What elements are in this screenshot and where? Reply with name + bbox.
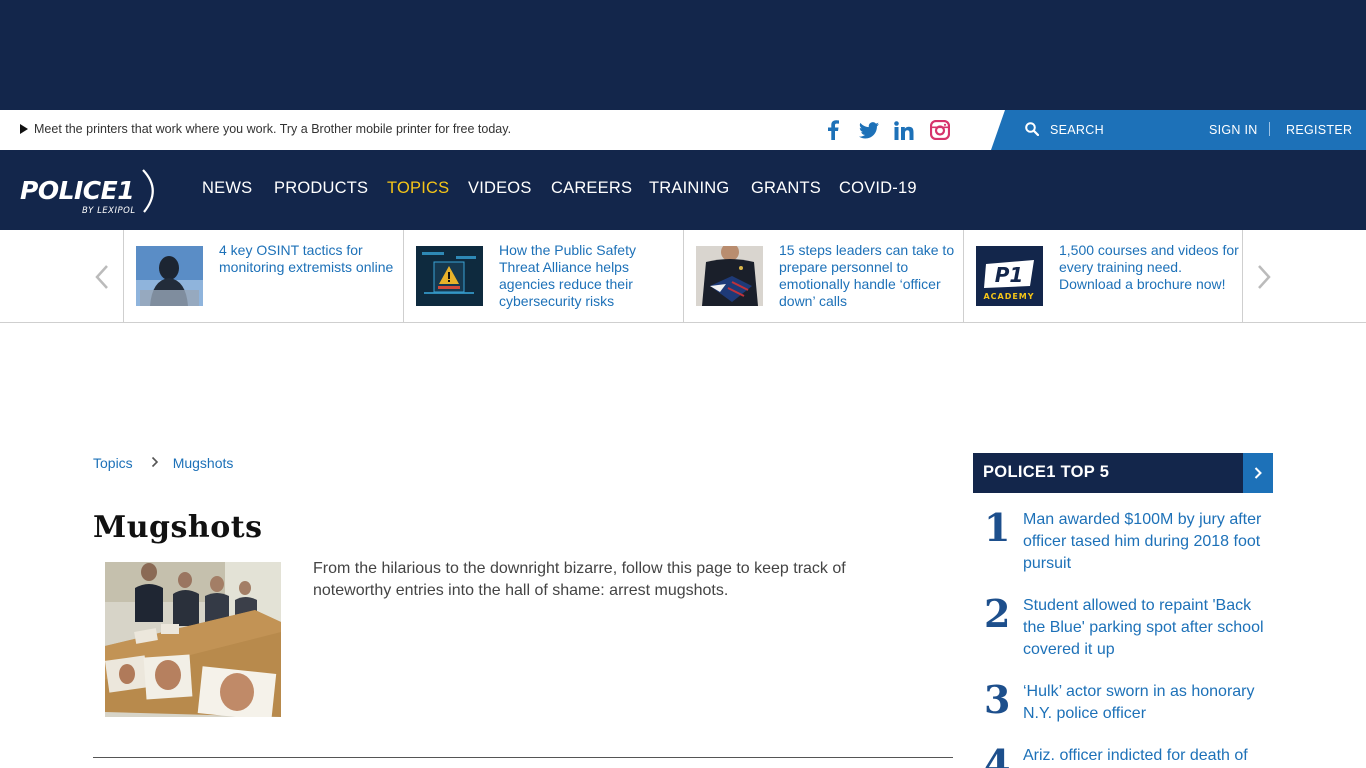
top5-rank: 4 bbox=[984, 741, 1011, 768]
featured-carousel: 4 key OSINT tactics for monitoring extre… bbox=[0, 230, 1366, 323]
top5-item-link[interactable]: Man awarded $100M by jury after officer … bbox=[1023, 509, 1275, 575]
top5-item-link[interactable]: ‘Hulk’ actor sworn in as honorary N.Y. p… bbox=[1023, 681, 1275, 725]
breadcrumb-topics[interactable]: Topics bbox=[93, 455, 133, 471]
card-thumbnail bbox=[136, 246, 203, 306]
promo-text: Meet the printers that work where you wo… bbox=[34, 122, 512, 136]
card-title: 15 steps leaders can take to prepare per… bbox=[779, 242, 955, 309]
search-button[interactable]: SEARCH bbox=[1050, 123, 1104, 137]
carousel-card[interactable]: P1 ACADEMY 1,500 courses and videos for … bbox=[963, 230, 1243, 322]
card-thumbnail bbox=[416, 246, 483, 306]
sign-in-link[interactable]: SIGN IN bbox=[1209, 123, 1258, 137]
register-link[interactable]: REGISTER bbox=[1286, 123, 1352, 137]
twitter-icon[interactable] bbox=[856, 118, 882, 142]
content-divider bbox=[93, 757, 953, 758]
nav-grants[interactable]: GRANTS bbox=[751, 179, 821, 198]
instagram-icon[interactable] bbox=[927, 118, 953, 142]
top5-rank: 1 bbox=[984, 505, 1011, 550]
carousel-prev-button[interactable] bbox=[92, 264, 112, 290]
top5-rank: 3 bbox=[984, 677, 1011, 722]
breadcrumb-separator-icon bbox=[151, 455, 159, 471]
chevron-right-icon bbox=[1254, 467, 1262, 479]
top5-more-button[interactable] bbox=[1243, 453, 1273, 493]
breadcrumb-mugshots[interactable]: Mugshots bbox=[173, 455, 234, 471]
topic-image bbox=[105, 562, 281, 717]
site-logo[interactable]: POLICE1 BY LEXIPOL bbox=[20, 166, 160, 221]
nav-covid19[interactable]: COVID-19 bbox=[839, 179, 917, 198]
topic-description: From the hilarious to the downright biza… bbox=[313, 560, 846, 599]
academy-badge-sub: ACADEMY bbox=[983, 292, 1034, 301]
auth-divider bbox=[1269, 122, 1270, 136]
carousel-next-button[interactable] bbox=[1254, 264, 1274, 290]
top5-rank: 2 bbox=[984, 591, 1011, 636]
carousel-card[interactable]: 4 key OSINT tactics for monitoring extre… bbox=[123, 230, 403, 322]
logo-wordmark: POLICE1 bbox=[20, 176, 134, 205]
top5-title: POLICE1 TOP 5 bbox=[983, 463, 1110, 481]
card-thumbnail: P1 ACADEMY bbox=[976, 246, 1043, 306]
academy-badge-text: P1 bbox=[995, 263, 1024, 287]
card-title: 4 key OSINT tactics for monitoring extre… bbox=[219, 242, 394, 275]
nav-topics[interactable]: TOPICS bbox=[387, 179, 449, 198]
search-auth-panel: SEARCH SIGN IN REGISTER bbox=[991, 110, 1366, 150]
logo-tagline: BY LEXIPOL bbox=[82, 206, 136, 216]
top5-header: POLICE1 TOP 5 bbox=[973, 453, 1273, 493]
nav-videos[interactable]: VIDEOS bbox=[468, 179, 532, 198]
nav-training[interactable]: TRAINING bbox=[649, 179, 729, 198]
page-title: Mugshots bbox=[93, 510, 263, 545]
chevron-right-icon bbox=[1258, 265, 1271, 289]
nav-careers[interactable]: CAREERS bbox=[551, 179, 632, 198]
card-title: 1,500 courses and videos for every train… bbox=[1059, 242, 1239, 292]
carousel-card[interactable]: How the Public Safety Threat Alliance he… bbox=[403, 230, 683, 322]
breadcrumb: Topics Mugshots bbox=[93, 455, 233, 471]
search-icon[interactable] bbox=[1025, 122, 1040, 141]
play-arrow-icon bbox=[20, 124, 28, 134]
card-title: How the Public Safety Threat Alliance he… bbox=[499, 242, 636, 309]
top5-item-link[interactable]: Student allowed to repaint 'Back the Blu… bbox=[1023, 595, 1275, 661]
facebook-icon[interactable] bbox=[820, 118, 846, 142]
ad-banner bbox=[0, 0, 1366, 110]
promo-link[interactable]: Meet the printers that work where you wo… bbox=[20, 122, 511, 136]
nav-news[interactable]: NEWS bbox=[202, 179, 252, 198]
carousel-card[interactable]: 15 steps leaders can take to prepare per… bbox=[683, 230, 963, 322]
linkedin-icon[interactable] bbox=[891, 118, 917, 142]
top5-item-link[interactable]: Ariz. officer indicted for death of bbox=[1023, 745, 1275, 767]
card-thumbnail bbox=[696, 246, 763, 306]
nav-products[interactable]: PRODUCTS bbox=[274, 179, 368, 198]
chevron-left-icon bbox=[95, 265, 108, 289]
